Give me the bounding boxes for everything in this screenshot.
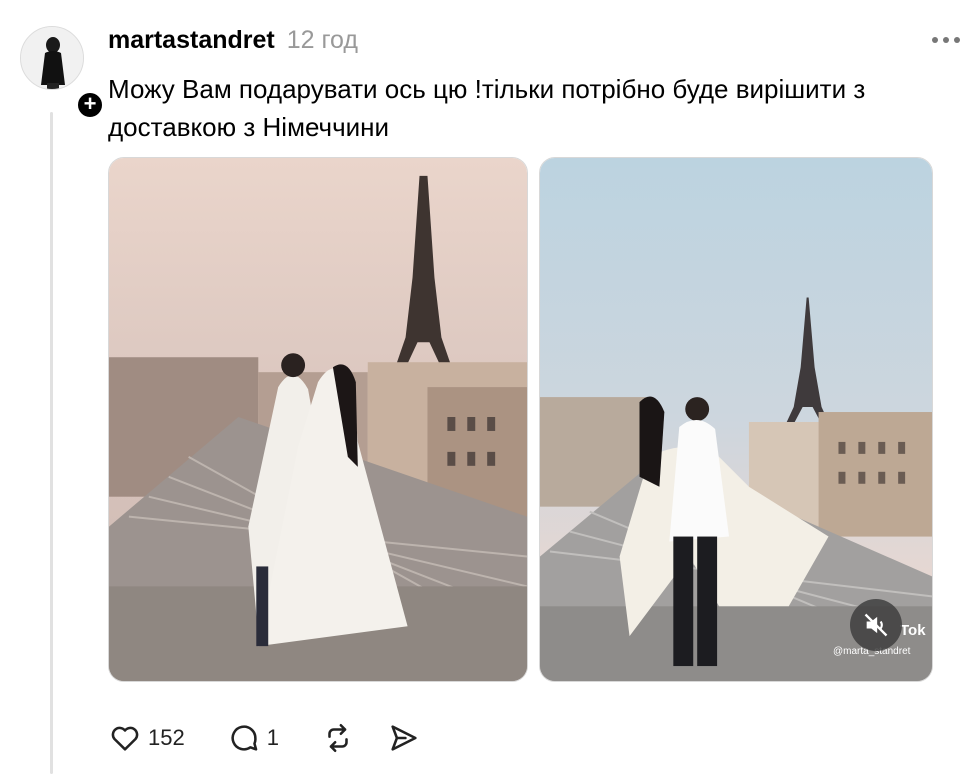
media-image-1[interactable] — [108, 157, 528, 682]
follow-button[interactable]: + — [75, 90, 105, 120]
thread-line — [50, 112, 53, 774]
speaker-muted-icon — [864, 613, 888, 637]
timestamp[interactable]: 12 год — [287, 26, 358, 55]
share-action[interactable] — [387, 718, 421, 758]
tiktok-watermark: Tok — [900, 622, 926, 639]
avatar-image — [21, 27, 83, 89]
rooftop-photo — [109, 158, 527, 681]
action-bar: 152 1 — [108, 718, 421, 758]
plus-icon: + — [83, 91, 97, 116]
comment-action[interactable]: 1 — [227, 718, 279, 758]
heart-icon — [111, 726, 139, 751]
post-text: Можу Вам подарувати ось цю !тільки потрі… — [108, 74, 866, 142]
more-options-icon[interactable] — [926, 28, 966, 52]
avatar[interactable] — [20, 26, 84, 90]
like-action[interactable]: 152 — [108, 718, 185, 758]
mute-button[interactable] — [850, 599, 902, 651]
repost-icon — [328, 723, 348, 753]
comment-icon — [231, 725, 258, 751]
username-link[interactable]: martastandret — [108, 26, 275, 55]
comment-count: 1 — [266, 725, 279, 750]
share-send-icon — [391, 725, 417, 751]
like-count: 152 — [148, 725, 185, 750]
post-header: martastandret 12 год — [108, 26, 358, 56]
repost-action[interactable] — [321, 718, 355, 758]
avatar-container: + — [20, 26, 105, 120]
